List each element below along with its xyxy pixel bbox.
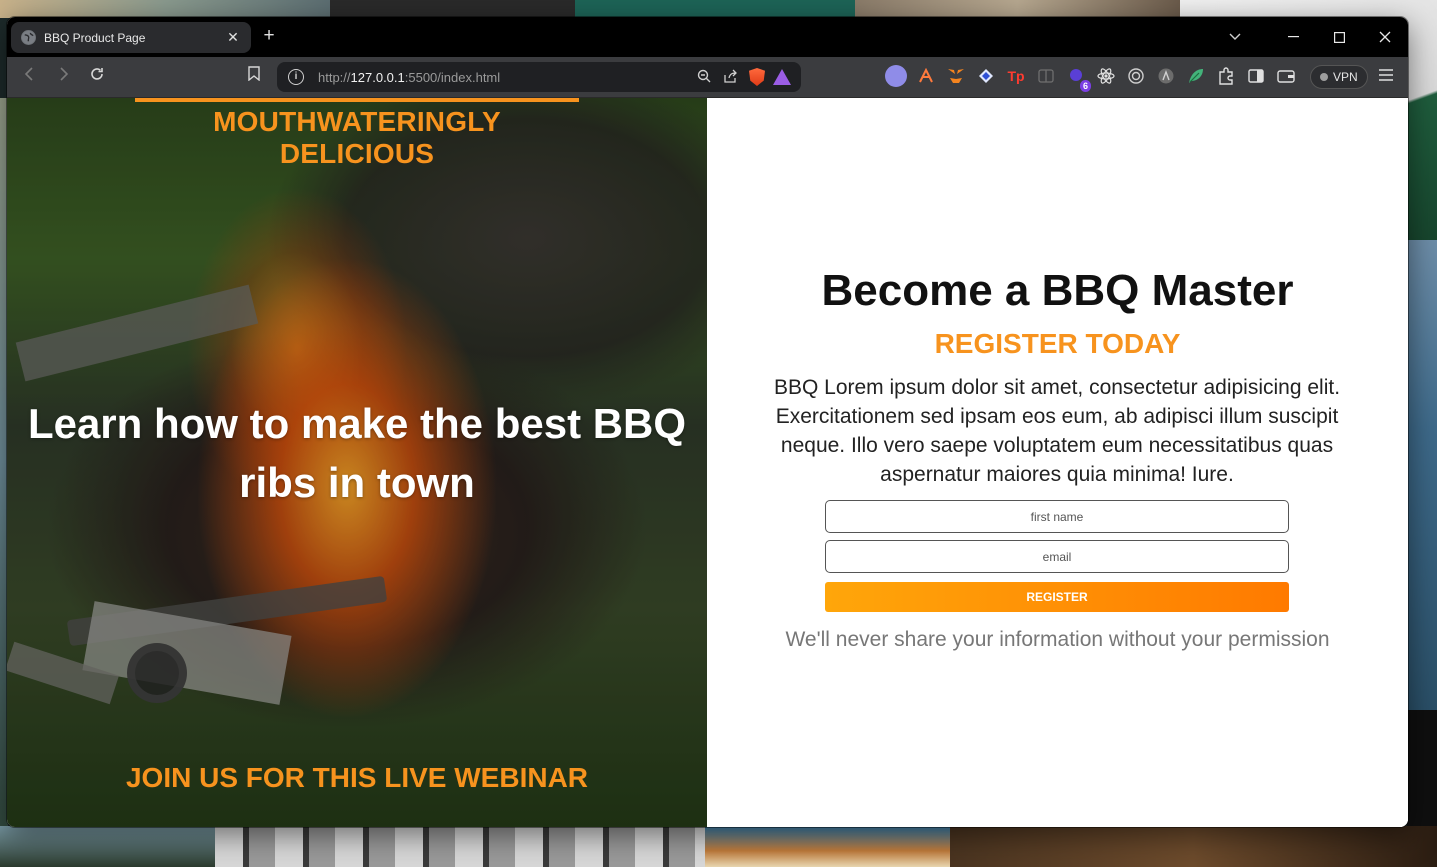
wheel-shape xyxy=(127,643,187,703)
wallet-icon[interactable] xyxy=(1275,65,1297,87)
diamond-extension-icon[interactable] xyxy=(975,65,997,87)
headline-text: in town xyxy=(316,459,475,506)
purple-extension-icon[interactable]: 6 xyxy=(1065,65,1091,92)
form-description: BBQ Lorem ipsum dolor sit amet, consecte… xyxy=(773,376,1341,486)
forward-arrow-icon[interactable] xyxy=(52,66,74,88)
privacy-note: We'll never share your information witho… xyxy=(785,628,1330,651)
form-title: Become a BBQ Master xyxy=(821,266,1294,315)
wallpaper-tile xyxy=(950,826,1437,867)
a-extension-icon[interactable] xyxy=(915,65,937,87)
extensions-row: Tp 6 xyxy=(885,65,1297,92)
hero-image-panel: MOUTHWATERINGLY DELICIOUS Learn how to m… xyxy=(7,98,707,827)
back-arrow-icon[interactable] xyxy=(19,66,41,88)
reload-icon[interactable] xyxy=(86,66,108,88)
zoom-icon[interactable] xyxy=(691,69,717,86)
accent-line xyxy=(135,98,579,102)
hero-eyebrow: MOUTHWATERINGLY DELICIOUS xyxy=(213,106,501,169)
wood-plank-shape xyxy=(82,601,292,705)
hamburger-menu-icon[interactable] xyxy=(1375,65,1397,89)
close-window-button[interactable] xyxy=(1362,17,1408,57)
bookmark-icon[interactable] xyxy=(243,66,265,88)
wood-plank-shape xyxy=(7,641,119,705)
vpn-button[interactable]: VPN xyxy=(1310,65,1368,89)
wallpaper-tile xyxy=(330,0,575,18)
wood-plank-shape xyxy=(15,284,259,382)
headline-text: Learn how to make xyxy=(27,400,421,447)
address-bar[interactable]: i http://127.0.0.1:5500/index.html xyxy=(277,62,801,92)
page-viewport: MOUTHWATERINGLY DELICIOUS Learn how to m… xyxy=(7,98,1408,827)
hero-cta: JOIN US FOR THIS LIVE WEBINAR xyxy=(125,762,589,793)
new-tab-button[interactable]: + xyxy=(259,26,279,46)
headline-emphasis: ribs xyxy=(239,459,317,506)
target-extension-icon[interactable] xyxy=(1125,65,1147,87)
wallpaper-tile xyxy=(575,0,855,18)
form-subtitle: REGISTER TODAY xyxy=(934,328,1181,359)
site-info-icon[interactable]: i xyxy=(288,69,304,85)
tab-bbq-product-page[interactable]: BBQ Product Page ✕ xyxy=(11,22,251,53)
metamask-fox-icon[interactable] xyxy=(945,65,967,87)
a-circle-extension-icon[interactable] xyxy=(1155,65,1177,87)
share-icon[interactable] xyxy=(717,69,743,86)
wallpaper-tile xyxy=(705,826,950,867)
wallpaper-tile xyxy=(0,0,330,18)
wallpaper-tile xyxy=(215,826,705,867)
register-button[interactable]: REGISTER xyxy=(825,582,1289,612)
brave-shields-icon[interactable] xyxy=(749,68,765,86)
tab-title: BBQ Product Page xyxy=(44,30,146,45)
globe-icon xyxy=(21,30,36,45)
minimize-button[interactable] xyxy=(1270,17,1316,57)
extension-badge: 6 xyxy=(1079,80,1091,92)
url-host: 127.0.0.1 xyxy=(350,69,405,85)
tab-close-icon[interactable]: ✕ xyxy=(225,29,241,46)
browser-toolbar: i http://127.0.0.1:5500/index.html Tp 6 … xyxy=(7,57,1408,98)
tp-extension-icon[interactable]: Tp xyxy=(1005,65,1027,87)
wallpaper-tile xyxy=(0,826,215,867)
brave-rewards-icon[interactable] xyxy=(773,69,791,85)
window-controls xyxy=(1212,17,1408,57)
wallpaper-tile xyxy=(855,0,1180,18)
vpn-status-icon xyxy=(1320,73,1328,81)
url-scheme: http:// xyxy=(318,69,351,85)
url-path: :5500/index.html xyxy=(404,69,501,85)
sidebar-toggle-icon[interactable] xyxy=(1245,65,1267,87)
react-devtools-icon[interactable] xyxy=(1095,65,1117,87)
tab-strip: BBQ Product Page ✕ + xyxy=(7,17,1408,57)
reader-extension-icon[interactable] xyxy=(1035,65,1057,87)
wheelbarrow-rim-shape xyxy=(66,575,388,647)
hero-headline: Learn how to make the best BBQ ribs in to… xyxy=(7,394,707,512)
first-name-input[interactable] xyxy=(825,500,1289,533)
registration-panel: Become a BBQ Master REGISTER TODAY BBQ L… xyxy=(707,98,1408,827)
headline-emphasis: the best BBQ xyxy=(420,400,687,447)
browser-window: BBQ Product Page ✕ + i http://127.0.0.1:… xyxy=(7,17,1408,827)
leaf-extension-icon[interactable] xyxy=(1185,65,1207,87)
maximize-button[interactable] xyxy=(1316,17,1362,57)
ghost-extension-icon[interactable] xyxy=(885,65,907,87)
vpn-label: VPN xyxy=(1333,70,1358,84)
extensions-puzzle-icon[interactable] xyxy=(1215,65,1237,87)
url-text[interactable]: http://127.0.0.1:5500/index.html xyxy=(318,70,691,85)
tab-search-icon[interactable] xyxy=(1212,17,1258,57)
wallpaper-tile xyxy=(1407,240,1437,710)
email-input[interactable] xyxy=(825,540,1289,573)
